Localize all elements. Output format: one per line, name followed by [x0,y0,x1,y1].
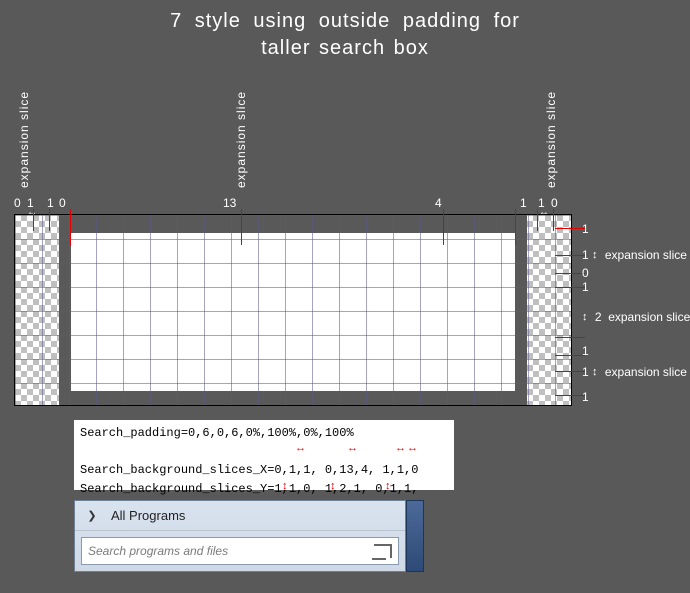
arrow-h-icon: ↔ [407,442,418,454]
right-label: 1 ↕ expansion slice [582,365,687,379]
slice-marker [555,371,585,372]
slice-marker [555,273,585,274]
arrow-v-icon: ↕ [582,311,588,323]
slice-marker [555,228,585,229]
arrow-h-icon: ↔ [395,442,406,454]
arrow-h-icon: ↔ [347,442,358,454]
search-input[interactable]: Search programs and files [81,537,399,565]
right-num: 0 [582,266,589,280]
slice-marker [555,355,585,356]
code-line-1: Search_padding=0,6,0,6,0%,100%,0%,100% [80,426,354,440]
slice-marker [553,209,554,231]
top-num-0a: 0 [14,196,21,210]
slice-marker [70,209,71,245]
vertical-label-mid: expansion slice [234,88,248,188]
chevron-right-icon: ❯ [85,509,99,523]
right-num: 1 [582,222,589,236]
slice-marker [555,337,585,338]
vertical-label-left: expansion slice [17,88,31,188]
right-label: 1 ↕ expansion slice [582,248,687,262]
code-line-2: Search_background_slices_X=0,1,1, 0,13,4… [80,463,418,477]
page-title: 7 style using outside padding for taller… [0,0,690,62]
top-num-1b: 1 [47,196,54,210]
right-label: ↕ 2 expansion slice [582,310,690,324]
all-programs-item[interactable]: ❯ All Programs [75,501,405,531]
slice-marker [241,209,242,245]
title-line-1: 7 style using outside padding for [0,8,690,35]
top-num-13: 13 [223,196,236,210]
slice-marker [555,255,585,256]
slice-marker [555,395,585,396]
menu-right-rail [406,500,424,572]
arrow-v-icon: ↕ [592,249,598,261]
right-num: 1 [582,280,589,294]
arrow-v-icon: ↕ [282,480,288,492]
title-line-2: taller search box [0,35,690,62]
right-num: 1 [582,390,589,404]
slice-marker [33,209,34,231]
slice-marker [49,209,50,231]
top-num-r0: 0 [551,196,558,210]
grid-overlay [15,215,571,405]
top-num-4: 4 [435,196,442,210]
arrow-v-icon: ↕ [385,480,391,492]
search-icon [374,544,392,558]
vertical-label-right: expansion slice [544,88,558,188]
slice-marker [515,209,516,245]
slice-diagram [14,214,572,406]
code-line-3: Search_background_slices_Y=1,1,0, 1,2,1,… [80,482,418,496]
arrow-v-icon: ↕ [330,480,336,492]
search-placeholder: Search programs and files [88,544,374,558]
slice-marker [555,287,585,288]
start-menu-mock: ❯ All Programs Search programs and files [74,500,406,572]
arrow-v-icon: ↕ [592,366,598,378]
top-num-r1a: 1 [520,196,527,210]
code-box: Search_padding=0,6,0,6,0%,100%,0%,100% S… [74,420,454,490]
slice-marker [443,209,444,245]
right-num: 1 [582,344,589,358]
all-programs-label: All Programs [111,508,185,523]
top-num-0b: 0 [59,196,66,210]
arrow-h-icon: ↔ [295,442,306,454]
slice-marker [537,209,538,231]
